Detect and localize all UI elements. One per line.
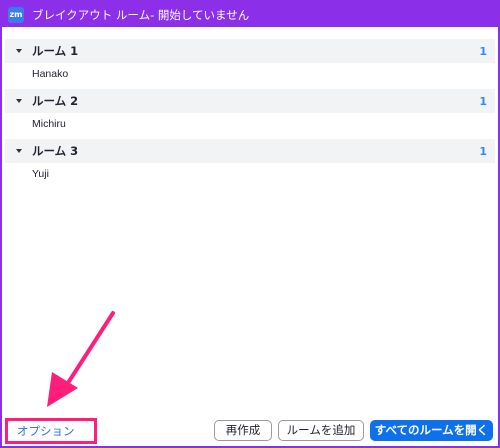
room-participant-count: 1 <box>479 94 487 108</box>
room-name: ルーム 2 <box>32 94 79 108</box>
room-name: ルーム 3 <box>32 144 79 158</box>
room-header-1[interactable]: ルーム 1 1 <box>5 39 495 63</box>
caret-down-icon[interactable] <box>16 149 22 153</box>
room-participant-count: 1 <box>479 44 487 58</box>
room-header-3[interactable]: ルーム 3 1 <box>5 139 495 163</box>
caret-down-icon[interactable] <box>16 99 22 103</box>
window-title: ブレイクアウト ルーム- 開始していません <box>32 7 250 22</box>
room-header-2[interactable]: ルーム 2 1 <box>5 89 495 113</box>
footer-bar: オプション 再作成 ルームを追加 すべてのルームを開く <box>2 416 498 444</box>
title-bar: zm ブレイクアウト ルーム- 開始していません <box>2 2 498 27</box>
add-room-button[interactable]: ルームを追加 <box>278 420 364 441</box>
room-participant-count: 1 <box>479 144 487 158</box>
caret-down-icon[interactable] <box>16 49 22 53</box>
recreate-button[interactable]: 再作成 <box>214 420 272 441</box>
participant-item[interactable]: Hanako <box>32 68 68 80</box>
participant-item[interactable]: Yuji <box>32 168 49 180</box>
participant-item[interactable]: Michiru <box>32 118 66 130</box>
options-link[interactable]: オプション <box>5 418 97 444</box>
breakout-rooms-window: zm ブレイクアウト ルーム- 開始していません ルーム 1 1 Hanako … <box>0 0 500 448</box>
open-all-rooms-button[interactable]: すべてのルームを開く <box>370 420 493 441</box>
zoom-app-icon: zm <box>8 6 24 23</box>
room-name: ルーム 1 <box>32 44 79 58</box>
